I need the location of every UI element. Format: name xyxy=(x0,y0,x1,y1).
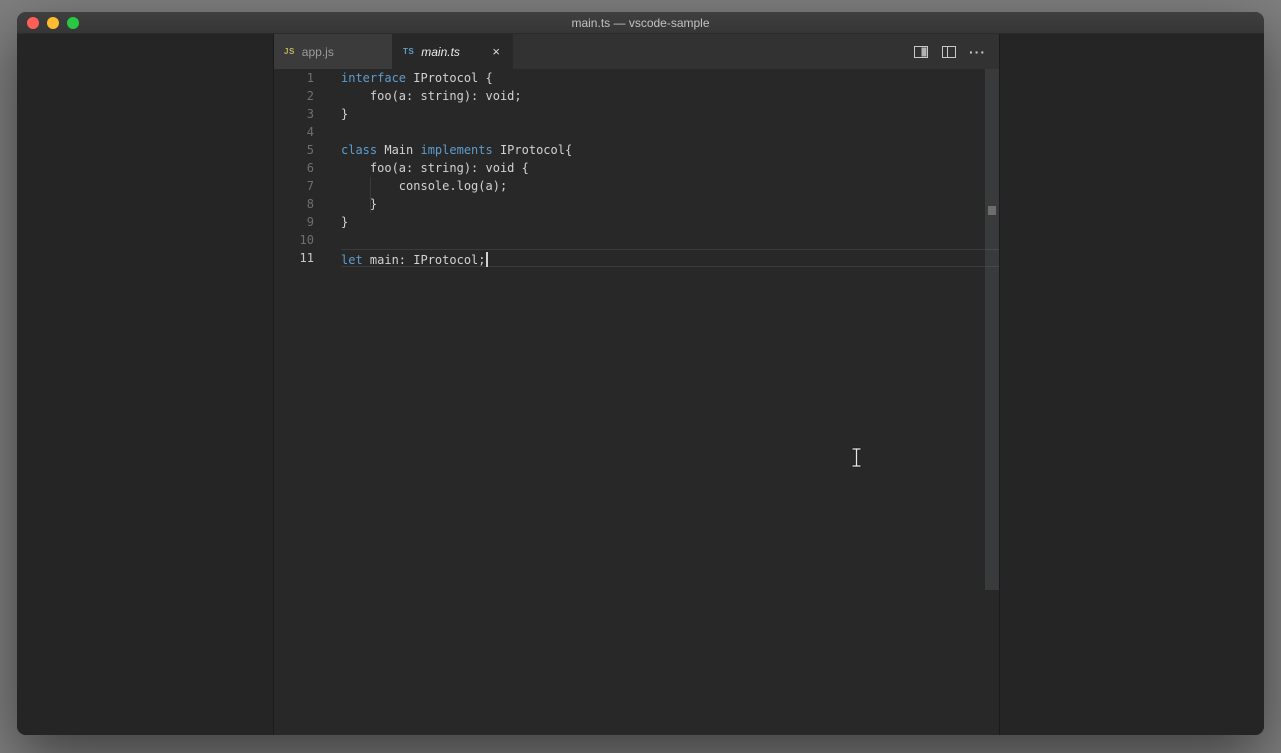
tab-main-ts[interactable]: TS main.ts × xyxy=(393,34,513,69)
window-controls xyxy=(27,12,79,33)
indent-guide xyxy=(369,195,371,213)
split-editor-icon[interactable] xyxy=(913,44,929,60)
minimize-window-button[interactable] xyxy=(47,16,59,29)
tab-bar: JS app.js TS main.ts × ··· xyxy=(274,34,999,69)
line-number[interactable]: 2 xyxy=(274,87,314,105)
code-line[interactable]: 9} xyxy=(274,213,999,231)
code-text: } xyxy=(341,105,999,123)
line-number[interactable]: 11 xyxy=(274,249,314,267)
titlebar[interactable]: main.ts — vscode-sample xyxy=(17,12,1264,34)
code-token: foo(a: string): void; xyxy=(341,89,522,103)
code-token: implements xyxy=(420,143,493,157)
code-line[interactable]: 11 let main: IProtocol; xyxy=(274,249,999,267)
close-tab-icon[interactable]: × xyxy=(490,43,502,60)
editor[interactable]: 1 interface IProtocol {2 foo(a: string): … xyxy=(274,69,999,735)
code-text: console.log(a); xyxy=(341,177,999,195)
typescript-file-icon: TS xyxy=(403,47,415,56)
line-number[interactable]: 7 xyxy=(274,177,314,195)
editor-actions: ··· xyxy=(913,34,999,69)
line-number[interactable]: 8 xyxy=(274,195,314,213)
code-area[interactable]: 1 interface IProtocol {2 foo(a: string): … xyxy=(274,69,999,267)
code-line[interactable]: 4 xyxy=(274,123,999,141)
close-window-button[interactable] xyxy=(27,16,39,29)
scrollbar-thumb[interactable] xyxy=(985,69,999,590)
overview-ruler-cursor-marker xyxy=(988,206,996,215)
code-token: class xyxy=(341,143,378,157)
window-content: JS app.js TS main.ts × ··· 1 interface I… xyxy=(17,34,1264,735)
code-line[interactable]: 5 class Main implements IProtocol{ xyxy=(274,141,999,159)
tab-app-js[interactable]: JS app.js xyxy=(274,34,393,69)
line-number[interactable]: 9 xyxy=(274,213,314,231)
indent-guide xyxy=(369,177,371,195)
code-line[interactable]: 10 xyxy=(274,231,999,249)
code-token: foo(a: string): void { xyxy=(341,161,529,175)
code-line[interactable]: 1 interface IProtocol { xyxy=(274,69,999,87)
code-text: } xyxy=(341,195,999,213)
line-number[interactable]: 4 xyxy=(274,123,314,141)
vertical-scrollbar[interactable] xyxy=(985,69,999,735)
code-token: } xyxy=(341,215,349,229)
line-number[interactable]: 10 xyxy=(274,231,314,249)
tab-label-app-js: app.js xyxy=(301,44,334,59)
code-text: let main: IProtocol; xyxy=(341,249,999,267)
text-caret xyxy=(485,252,488,267)
ibeam-cursor xyxy=(851,447,862,468)
more-actions-icon[interactable]: ··· xyxy=(969,44,986,60)
right-panel xyxy=(1000,34,1264,735)
left-panel xyxy=(17,34,273,735)
line-number[interactable]: 3 xyxy=(274,105,314,123)
code-token: interface xyxy=(341,71,407,85)
toggle-layout-icon[interactable] xyxy=(941,44,957,60)
line-number[interactable]: 5 xyxy=(274,141,314,159)
code-token: let xyxy=(341,253,363,267)
code-text: foo(a: string): void; xyxy=(341,87,999,105)
code-token: } xyxy=(341,107,349,121)
code-text: class Main implements IProtocol{ xyxy=(341,141,999,159)
line-number[interactable]: 6 xyxy=(274,159,314,177)
code-line[interactable]: 2 foo(a: string): void; xyxy=(274,87,999,105)
javascript-file-icon: JS xyxy=(284,47,295,56)
code-token: IProtocol{ xyxy=(492,143,573,157)
code-line[interactable]: 6 foo(a: string): void { xyxy=(274,159,999,177)
code-text: interface IProtocol { xyxy=(341,69,999,87)
code-text: foo(a: string): void { xyxy=(341,159,999,177)
code-line[interactable]: 7 console.log(a); xyxy=(274,177,999,195)
code-token: } xyxy=(341,197,378,211)
editor-group: JS app.js TS main.ts × ··· 1 interface I… xyxy=(273,34,1000,735)
vscode-window: main.ts — vscode-sample JS app.js TS mai… xyxy=(17,12,1264,735)
desktop: main.ts — vscode-sample JS app.js TS mai… xyxy=(0,0,1281,753)
code-token: console.log(a); xyxy=(341,179,508,193)
code-text: } xyxy=(341,213,999,231)
code-token: main: IProtocol; xyxy=(362,253,486,267)
window-title: main.ts — vscode-sample xyxy=(571,15,710,30)
code-token: Main xyxy=(377,143,421,157)
line-number[interactable]: 1 xyxy=(274,69,314,87)
code-line[interactable]: 3} xyxy=(274,105,999,123)
tab-label-main-ts: main.ts xyxy=(421,44,460,59)
code-line[interactable]: 8 } xyxy=(274,195,999,213)
zoom-window-button[interactable] xyxy=(67,16,79,29)
code-token: IProtocol { xyxy=(406,71,493,85)
